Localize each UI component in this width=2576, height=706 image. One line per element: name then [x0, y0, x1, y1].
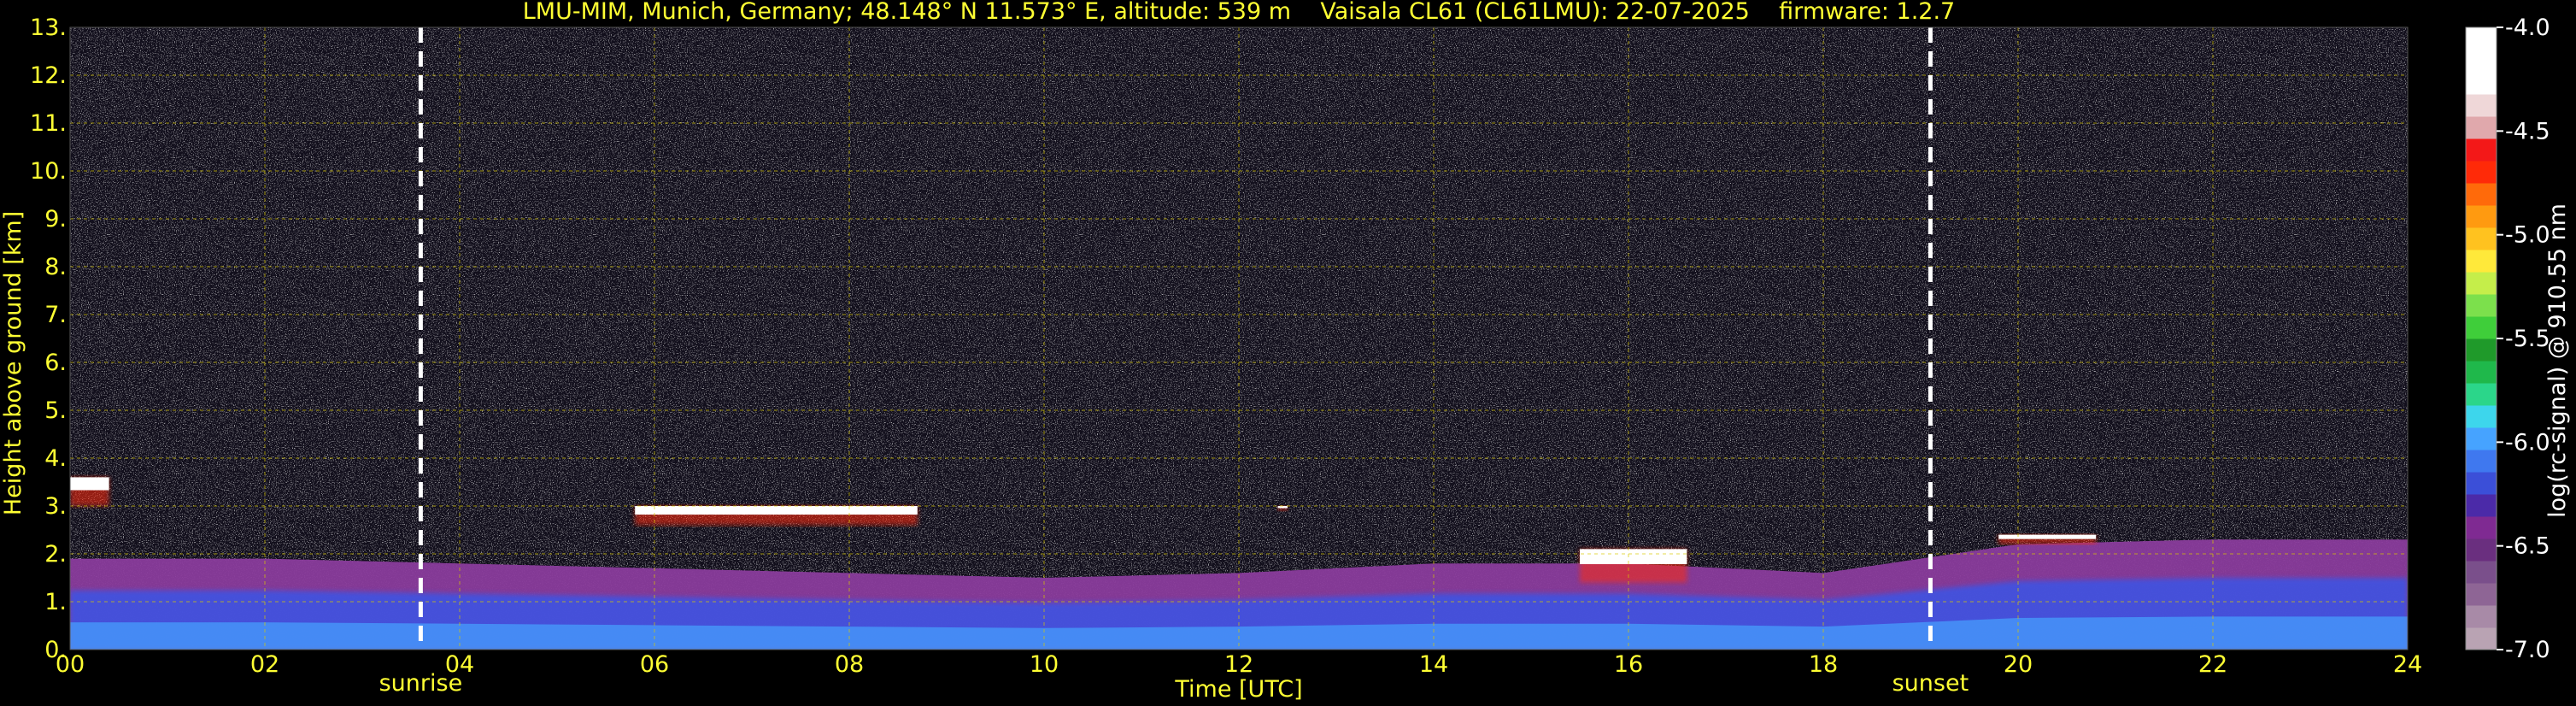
colorbar-segment — [2466, 427, 2497, 450]
colorbar-segment — [2466, 250, 2497, 273]
colorbar-segment — [2466, 316, 2497, 339]
cloud-layer — [1580, 549, 1687, 565]
y-tick-label: 4. — [44, 445, 67, 472]
x-tick-label: 24 — [2393, 651, 2422, 678]
x-tick-label: 08 — [835, 651, 864, 678]
ceilometer-chart: sunrise sunset 00 02 04 06 08 10 12 14 16 18 20 22 24… — [0, 0, 2571, 703]
colorbar-tick-label: -6.0 — [2505, 429, 2550, 456]
colorbar-segment — [2466, 272, 2497, 295]
colorbar-segment — [2466, 72, 2497, 95]
colorbar-label: log(rc-signal) @ 910.55 nm — [2544, 203, 2571, 518]
colorbar-segment — [2466, 138, 2497, 162]
x-tick-label: 12 — [1224, 651, 1253, 678]
colorbar-segment — [2466, 605, 2497, 628]
y-tick-label: 6. — [44, 350, 67, 376]
y-tick-label: 13. — [30, 15, 67, 41]
colorbar-tick-label: -5.0 — [2505, 222, 2550, 249]
y-tick-label: 5. — [44, 397, 67, 424]
y-tick-label: 2. — [44, 541, 67, 568]
colorbar-segment — [2466, 627, 2497, 650]
marker-sunset-label: sunset — [1892, 670, 1969, 697]
y-tick-label: 11. — [30, 110, 67, 137]
colorbar-segment — [2466, 361, 2497, 384]
colorbar-tick-label: -7.0 — [2505, 637, 2550, 663]
colorbar-segment — [2466, 116, 2497, 139]
y-tick-label: 9. — [44, 206, 67, 232]
y-axis: 0. 1. 2. 3. 4. 5. 6. 7. 8. 9. 10. 11. 12. 13. — [30, 15, 67, 663]
x-tick-label: 20 — [2004, 651, 2033, 678]
colorbar-segment — [2466, 583, 2497, 606]
colorbar-segment — [2466, 294, 2497, 317]
colorbar-tick-label: -6.5 — [2505, 533, 2550, 560]
colorbar-segment — [2466, 472, 2497, 495]
colorbar-segment — [2466, 183, 2497, 206]
x-tick-label: 22 — [2198, 651, 2227, 678]
y-tick-label: 10. — [30, 158, 67, 185]
colorbar-segment — [2466, 161, 2497, 184]
cloud-layer — [70, 477, 109, 491]
colorbar-segment — [2466, 27, 2497, 50]
colorbar-segment — [2466, 94, 2497, 117]
colorbar-segment — [2466, 227, 2497, 250]
cloud-layer — [635, 506, 918, 515]
colorbar-segment — [2466, 494, 2497, 517]
x-tick-label: 02 — [250, 651, 279, 678]
colorbar-segment — [2466, 538, 2497, 562]
y-tick-label: 7. — [44, 302, 67, 328]
x-tick-label: 06 — [640, 651, 669, 678]
chart-title: LMU-MIM, Munich, Germany; 48.148° N 11.5… — [523, 0, 1956, 25]
colorbar-tick-label: -4.0 — [2505, 15, 2550, 41]
x-tick-label: 04 — [445, 651, 474, 678]
cloud-layer — [1998, 534, 2097, 539]
y-tick-label: 12. — [30, 62, 67, 89]
colorbar-tick-label: -5.5 — [2505, 326, 2550, 352]
x-axis-label: Time [UTC] — [1174, 676, 1302, 703]
y-tick-label: 8. — [44, 254, 67, 280]
colorbar-segment — [2466, 50, 2497, 73]
colorbar: -4.0 -4.5 -5.0 -5.5 -6.0 -6.5 -7.0 — [2465, 15, 2550, 663]
colorbar-tick-label: -4.5 — [2505, 118, 2550, 144]
x-tick-label: 16 — [1614, 651, 1643, 678]
x-tick-label: 10 — [1030, 651, 1059, 678]
colorbar-segment — [2466, 405, 2497, 428]
x-tick-label: 14 — [1419, 651, 1448, 678]
y-tick-label: 1. — [44, 589, 67, 615]
colorbar-segment — [2466, 205, 2497, 228]
y-tick-label: 0. — [44, 637, 67, 663]
colorbar-segment — [2466, 561, 2497, 584]
colorbar-segment — [2466, 338, 2497, 362]
colorbar-segment — [2466, 450, 2497, 473]
colorbar-segment — [2466, 383, 2497, 406]
colorbar-segment — [2466, 516, 2497, 539]
x-tick-label: 18 — [1809, 651, 1838, 678]
y-tick-label: 3. — [44, 493, 67, 520]
y-axis-label: Height above ground [km] — [0, 211, 26, 515]
